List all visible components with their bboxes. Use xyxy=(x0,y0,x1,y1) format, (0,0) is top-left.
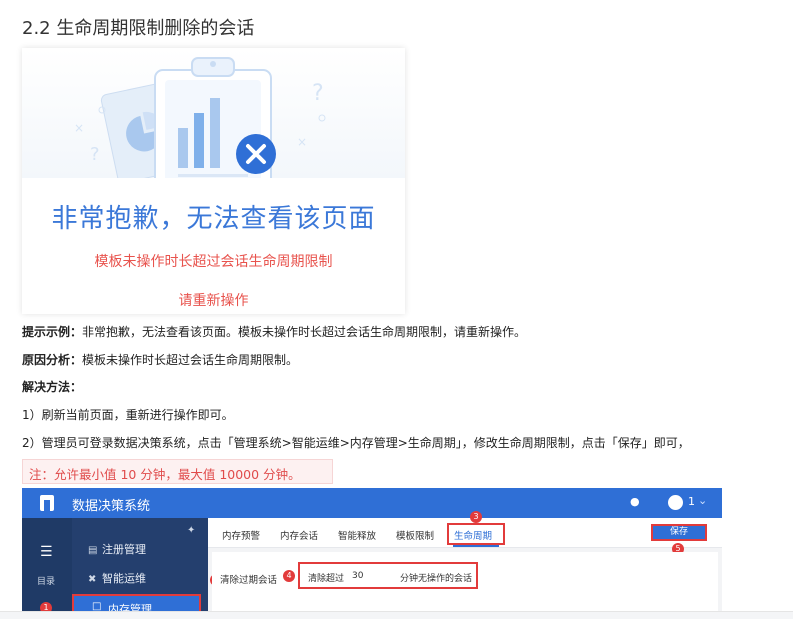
hint-label: 提示示例： xyxy=(22,325,83,339)
tab-template-limit[interactable]: 模板限制 xyxy=(396,528,434,542)
pin-icon[interactable]: ✦ xyxy=(187,525,195,536)
app-logo-icon xyxy=(40,495,54,511)
error-page-image: ? ? × × 非常抱歉，无法查看该页面 模板未操作时长超过会话生命周期限制 请… xyxy=(22,48,405,314)
svg-text:×: × xyxy=(297,135,307,149)
sidebar-item-ops[interactable]: ✖ 智能运维 xyxy=(88,570,146,586)
sidebar-item-label: 注册管理 xyxy=(102,543,146,556)
app-topbar: 数据决策系统 ● 1 ⌄ xyxy=(22,488,722,518)
rail-label[interactable]: 目录 xyxy=(37,574,55,587)
solution-label: 解决方法： xyxy=(22,380,83,394)
expire-minutes-field[interactable]: 清除超过 30 分钟无操作的会话 xyxy=(298,562,478,589)
highlight-box xyxy=(447,523,505,545)
reason-label: 原因分析： xyxy=(22,353,83,367)
tab-smart-release[interactable]: 智能释放 xyxy=(338,528,376,542)
step-marker-4: 4 xyxy=(283,570,295,582)
sidebar: ✦ ▤注册管理 ✖智能运维 2 □ 内存管理 xyxy=(72,518,222,619)
error-title: 非常抱歉，无法查看该页面 xyxy=(51,204,376,234)
app-title: 数据决策系统 xyxy=(72,499,151,514)
error-message: 模板未操作时长超过会话生命周期限制 xyxy=(94,254,333,270)
clipboard-error-illustration: ? ? × × xyxy=(22,48,405,191)
menu-list-icon[interactable]: ☰ xyxy=(40,544,53,560)
tab-memory-warning[interactable]: 内存预警 xyxy=(222,528,260,542)
svg-text:×: × xyxy=(74,121,84,135)
field-suffix: 分钟无操作的会话 xyxy=(400,574,473,584)
register-icon: ▤ xyxy=(88,545,98,556)
svg-text:?: ? xyxy=(312,81,324,106)
avatar[interactable] xyxy=(668,495,683,510)
hint-text: 非常抱歉，无法查看该页面。模板未操作时长超过会话生命周期限制，请重新操作。 xyxy=(82,325,527,339)
lifecycle-panel: 清除过期会话 4 清除超过 30 分钟无操作的会话 xyxy=(212,552,718,619)
page-bottom-strip xyxy=(0,611,793,619)
bell-icon[interactable]: ● xyxy=(630,495,640,508)
tab-bar: 内存预警 内存会话 智能释放 模板限制 生命周期 3 保存 5 xyxy=(208,511,722,555)
field-prefix: 清除超过 xyxy=(308,574,345,584)
reason-text: 模板未操作时长超过会话生命周期限制。 xyxy=(82,353,299,367)
icon-rail: ☰ 目录 1 xyxy=(22,518,72,619)
system-screenshot: 数据决策系统 ● 1 ⌄ ☰ 目录 1 ✦ ▤注册管理 ✖智能运维 2 □ 内存… xyxy=(22,488,722,619)
save-button[interactable]: 保存 xyxy=(651,524,707,541)
retry-hint: 请重新操作 xyxy=(178,293,249,309)
chevron-down-icon[interactable]: ⌄ xyxy=(698,494,707,507)
sidebar-item-label: 智能运维 xyxy=(102,572,146,585)
user-name[interactable]: 1 xyxy=(688,495,695,508)
reason-line: 原因分析：模板未操作时长超过会话生命周期限制。 xyxy=(22,351,298,368)
step-1: 1）刷新当前页面，重新进行操作即可。 xyxy=(22,408,234,422)
svg-text:?: ? xyxy=(90,144,100,165)
ops-icon: ✖ xyxy=(88,574,97,585)
tab-memory-session[interactable]: 内存会话 xyxy=(280,528,318,542)
step-marker-3: 3 xyxy=(470,511,482,523)
expire-minutes-input[interactable]: 30 xyxy=(352,571,363,581)
limit-note: 注：允许最小值 10 分钟，最大值 10000 分钟。 xyxy=(22,459,333,484)
solution-label-line: 解决方法： xyxy=(22,378,82,395)
active-tab-underline xyxy=(453,545,499,547)
hint-line: 提示示例：非常抱歉，无法查看该页面。模板未操作时长超过会话生命周期限制，请重新操… xyxy=(22,323,526,340)
field-label: 清除过期会话 xyxy=(220,575,278,586)
sidebar-item-register[interactable]: ▤ 注册管理 xyxy=(88,541,146,557)
section-heading: 2.2 生命周期限制删除的会话 xyxy=(22,18,255,39)
step-2: 2）管理员可登录数据决策系统，点击「管理系统>智能运维>内存管理>生命周期」，修… xyxy=(22,436,690,450)
